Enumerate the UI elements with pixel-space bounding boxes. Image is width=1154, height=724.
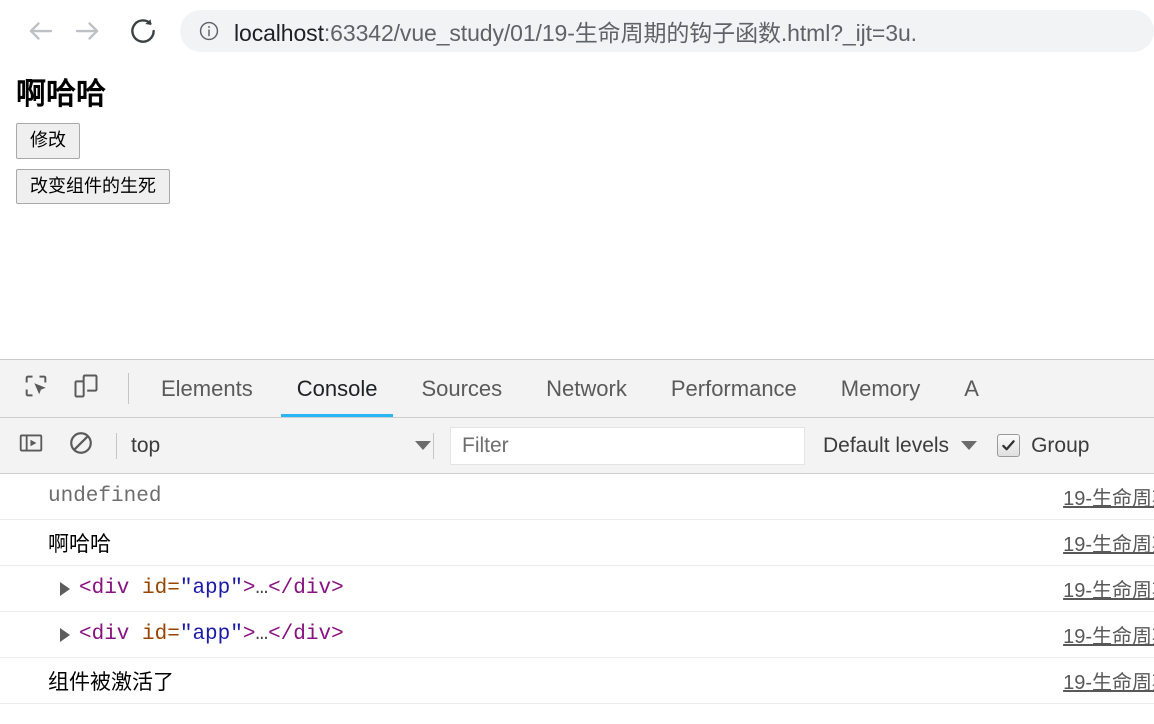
page-title: 啊哈哈 xyxy=(16,78,106,111)
arrow-right-icon xyxy=(72,16,102,46)
group-similar-toggle[interactable]: Group xyxy=(997,434,1089,458)
console-dom-node: <div id="app">…</div> xyxy=(79,623,344,646)
console-row[interactable]: 啊哈哈 19-生命周期的钩 xyxy=(0,520,1154,566)
browser-toolbar: localhost:63342/vue_study/01/19-生命周期的钩子函… xyxy=(0,0,1154,62)
expand-triangle-icon[interactable] xyxy=(60,627,70,642)
url-host: localhost xyxy=(234,20,324,46)
console-message-text: 组件被激活了 xyxy=(48,670,174,694)
console-message: <div id="app">…</div> xyxy=(22,577,1154,600)
console-source-link[interactable]: 19-生命周期的钩 xyxy=(1063,574,1154,603)
console-message: 啊哈哈 xyxy=(22,528,1154,558)
console-sidebar-toggle-button[interactable] xyxy=(14,429,48,463)
console-row[interactable]: undefined 19-生命周期的钩 xyxy=(0,474,1154,520)
clear-console-button[interactable] xyxy=(64,429,98,463)
console-message-text: 啊哈哈 xyxy=(48,532,111,556)
console-message: <div id="app">…</div> xyxy=(22,623,1154,646)
tab-performance[interactable]: Performance xyxy=(649,360,819,417)
dom-close-tag: </div> xyxy=(268,623,344,646)
console-message: undefined xyxy=(22,485,1154,508)
dom-ellipsis: … xyxy=(255,577,269,600)
devtools-tool-icons xyxy=(0,360,126,417)
clear-console-icon xyxy=(68,430,94,461)
tab-memory[interactable]: Memory xyxy=(819,360,942,417)
tab-elements[interactable]: Elements xyxy=(139,360,275,417)
filter-input[interactable]: Filter xyxy=(450,426,805,465)
page-viewport: 啊哈哈 修改 改变组件的生死 xyxy=(0,62,1154,359)
expand-triangle-icon[interactable] xyxy=(60,581,70,596)
console-source-link[interactable]: 19-生命周期的钩 xyxy=(1063,620,1154,649)
inspect-element-icon xyxy=(22,372,50,405)
group-similar-checkbox[interactable] xyxy=(997,434,1021,457)
console-message-list[interactable]: undefined 19-生命周期的钩 啊哈哈 19-生命周期的钩 <div i… xyxy=(0,474,1154,724)
tab-application[interactable]: A xyxy=(942,360,1001,417)
console-row[interactable]: 组件被激活了 19-生命周期的钩 xyxy=(0,658,1154,704)
dom-close-bracket: > xyxy=(242,577,256,600)
console-toolbar: top Filter Default levels Group xyxy=(0,418,1154,474)
chevron-down-icon xyxy=(415,441,431,450)
devtools-panel: Elements Console Sources Network Perform… xyxy=(0,359,1154,724)
dom-attr-value: "app" xyxy=(179,623,243,646)
console-row[interactable]: <div id="app">…</div> 19-生命周期的钩 xyxy=(0,566,1154,612)
url-text: localhost:63342/vue_study/01/19-生命周期的钩子函… xyxy=(234,14,917,48)
console-dom-node: <div id="app">…</div> xyxy=(79,577,344,600)
execution-context-select[interactable]: top xyxy=(131,434,431,458)
filter-placeholder: Filter xyxy=(462,433,509,457)
devtools-tabbar: Elements Console Sources Network Perform… xyxy=(0,360,1154,418)
dom-ellipsis: … xyxy=(255,623,269,646)
url-path: :63342/vue_study/01/19-生命周期的钩子函数.html?_i… xyxy=(323,20,917,46)
execution-context-value: top xyxy=(131,433,161,457)
tab-console[interactable]: Console xyxy=(275,360,400,417)
reload-button[interactable] xyxy=(120,8,166,54)
group-similar-label: Group xyxy=(1031,433,1090,457)
dom-attr-name: id= xyxy=(129,577,180,600)
console-row[interactable]: <div id="app">…</div> 19-生命周期的钩 xyxy=(0,612,1154,658)
tabbar-divider xyxy=(128,373,129,404)
dom-attr-value: "app" xyxy=(179,577,243,600)
arrow-left-icon xyxy=(26,16,56,46)
log-levels-value: Default levels xyxy=(823,433,950,457)
toggle-component-button[interactable]: 改变组件的生死 xyxy=(16,168,170,205)
address-bar[interactable]: localhost:63342/vue_study/01/19-生命周期的钩子函… xyxy=(180,10,1154,52)
devtools-tab-list: Elements Console Sources Network Perform… xyxy=(139,360,1154,417)
dom-close-tag: </div> xyxy=(268,577,344,600)
toolbar-divider-2 xyxy=(433,432,434,459)
dom-open-tag: <div xyxy=(79,577,130,600)
console-sidebar-toggle-icon xyxy=(18,430,44,461)
console-source-link[interactable]: 19-生命周期的钩 xyxy=(1063,666,1154,695)
device-toolbar-icon xyxy=(72,372,100,405)
console-source-link[interactable]: 19-生命周期的钩 xyxy=(1063,528,1154,557)
toolbar-divider-1 xyxy=(116,432,117,459)
tab-network[interactable]: Network xyxy=(524,360,649,417)
info-circle-icon[interactable] xyxy=(198,20,220,42)
modify-button[interactable]: 修改 xyxy=(16,123,80,159)
tab-sources[interactable]: Sources xyxy=(399,360,524,417)
dom-close-bracket: > xyxy=(242,623,256,646)
console-message: 组件被激活了 xyxy=(22,666,1154,696)
console-source-link[interactable]: 19-生命周期的钩 xyxy=(1063,482,1154,511)
reload-icon xyxy=(128,16,158,46)
device-toolbar-button[interactable] xyxy=(66,369,106,409)
dom-open-tag: <div xyxy=(79,623,130,646)
forward-button[interactable] xyxy=(64,8,110,54)
chevron-down-icon xyxy=(961,441,978,450)
inspect-element-button[interactable] xyxy=(16,369,56,409)
log-levels-select[interactable]: Default levels xyxy=(823,433,978,458)
dom-attr-name: id= xyxy=(129,623,180,646)
back-button[interactable] xyxy=(18,8,64,54)
console-message-text: undefined xyxy=(48,485,162,508)
